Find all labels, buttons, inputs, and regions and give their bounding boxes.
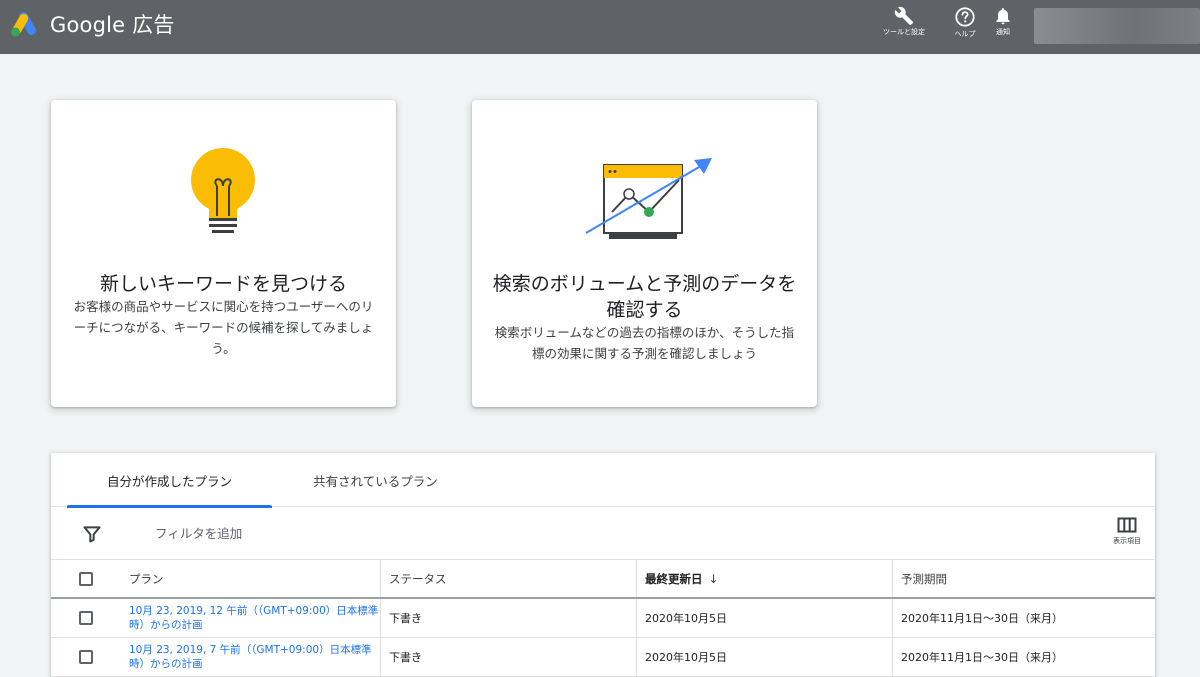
help-icon [955, 7, 975, 27]
brand-title[interactable]: Google 広告 [50, 10, 175, 40]
tab-my-plans[interactable]: 自分が作成したプラン [67, 453, 272, 508]
header-plan[interactable]: プラン [121, 560, 380, 597]
header-forecast-period[interactable]: 予測期間 [892, 560, 1155, 597]
status-cell: 下書き [380, 599, 636, 637]
tools-settings-label: ツールと設定 [883, 28, 925, 36]
plans-panel: 自分が作成したプラン 共有されているプラン フィルタを追加 表示項目 プラン ス… [51, 453, 1155, 677]
tools-settings-button[interactable]: ツールと設定 [882, 6, 926, 37]
tab-shared-plans[interactable]: 共有されているプラン [273, 453, 478, 507]
card-description: 検索ボリュームなどの過去の指標のほか、そうした指標の効果に関する予測を確認しまし… [494, 325, 795, 361]
help-label: ヘルプ [954, 30, 976, 38]
card-title: 新しいキーワードを見つける [99, 273, 347, 295]
filter-icon[interactable] [82, 524, 102, 544]
status-cell: 下書き [380, 638, 636, 676]
header-last-updated-label: 最終更新日 [645, 571, 703, 586]
google-ads-logo-icon[interactable] [10, 10, 40, 38]
plan-link[interactable]: 10月 23, 2019, 12 午前（（GMT+09:00）日本標準時）からの… [129, 604, 380, 632]
columns-icon [1117, 517, 1137, 533]
bell-icon [996, 8, 1010, 25]
last-updated-cell: 2020年10月5日 [636, 599, 892, 637]
row-check-cell [51, 599, 121, 637]
row-checkbox[interactable] [79, 611, 93, 625]
card-title: 検索のボリュームと予測のデータを確認する [492, 273, 797, 321]
table-row: 10月 23, 2019, 7 午前（（GMT+09:00）日本標準時）からの計… [51, 638, 1155, 677]
select-all-checkbox[interactable] [79, 571, 93, 586]
sort-down-icon: ↓ [708, 571, 719, 586]
filter-bar: フィルタを追加 表示項目 [51, 507, 1155, 560]
add-filter-button[interactable]: フィルタを追加 [155, 524, 242, 544]
columns-label: 表示項目 [1113, 537, 1141, 545]
plan-link[interactable]: 10月 23, 2019, 7 午前（（GMT+09:00）日本標準時）からの計… [129, 643, 380, 671]
last-updated-cell: 2020年10月5日 [636, 638, 892, 676]
card-description: お客様の商品やサービスに関心を持つユーザーへのリーチにつながる、キーワードの候補… [73, 299, 374, 356]
discover-keywords-card[interactable]: 新しいキーワードを見つける お客様の商品やサービスに関心を持つユーザーへのリーチ… [51, 100, 396, 407]
forecast-period-cell: 2020年11月1日〜30日（来月） [892, 599, 1155, 637]
top-bar: Google 広告 ツールと設定 ヘルプ 通知 [0, 0, 1200, 54]
forecast-period-cell: 2020年11月1日〜30日（来月） [892, 638, 1155, 676]
wrench-icon [894, 6, 914, 26]
table-header: プラン ステータス 最終更新日 ↓ 予測期間 [51, 560, 1155, 599]
lightbulb-icon [191, 148, 255, 233]
help-button[interactable]: ヘルプ [946, 6, 984, 39]
header-last-updated[interactable]: 最終更新日 ↓ [636, 560, 892, 597]
plan-tabs: 自分が作成したプラン 共有されているプラン [51, 453, 1155, 508]
notifications-button[interactable]: 通知 [988, 6, 1018, 37]
plan-cell: 10月 23, 2019, 12 午前（（GMT+09:00）日本標準時）からの… [121, 599, 380, 637]
columns-button[interactable]: 表示項目 [1107, 517, 1147, 546]
review-forecast-card[interactable]: 検索のボリュームと予測のデータを確認する 検索ボリュームなどの過去の指標のほか、… [472, 100, 817, 407]
forecast-chart-icon [585, 158, 712, 239]
header-status[interactable]: ステータス [380, 560, 636, 597]
row-checkbox[interactable] [79, 650, 93, 664]
select-all-cell [51, 560, 121, 597]
table-row: 10月 23, 2019, 12 午前（（GMT+09:00）日本標準時）からの… [51, 599, 1155, 638]
notifications-label: 通知 [996, 28, 1010, 36]
account-info-blurred[interactable] [1034, 8, 1200, 44]
row-check-cell [51, 638, 121, 676]
plan-cell: 10月 23, 2019, 7 午前（（GMT+09:00）日本標準時）からの計… [121, 638, 380, 676]
